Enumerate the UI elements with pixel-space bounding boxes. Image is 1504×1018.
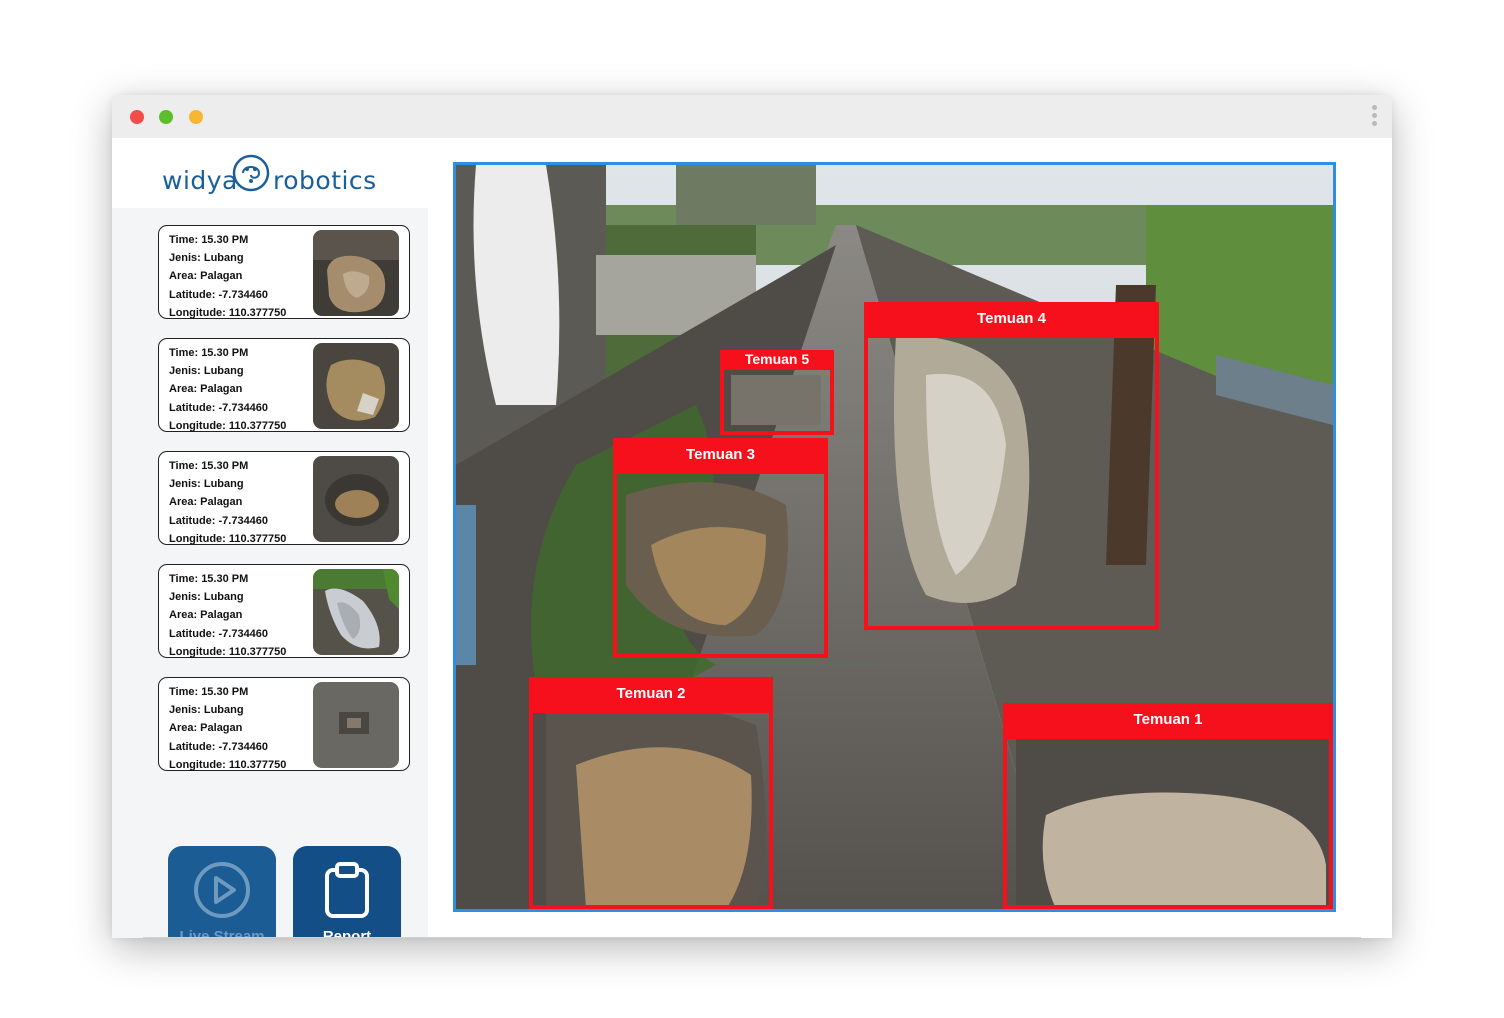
detection-label: Temuan 1	[1003, 703, 1333, 739]
play-circle-icon	[194, 862, 250, 918]
more-options-icon[interactable]	[1370, 105, 1378, 129]
detection-label: Temuan 3	[613, 438, 828, 474]
finding-longitude: Longitude: 110.377750	[169, 306, 287, 319]
detection-box-temuan-2[interactable]: Temuan 2	[529, 677, 773, 909]
finding-type: Jenis: Lubang	[169, 252, 244, 265]
finding-type: Jenis: Lubang	[169, 478, 244, 491]
logo-text-robotics: robotics	[273, 166, 377, 195]
finding-time: Time: 15.30 PM	[169, 460, 249, 472]
detection-box-temuan-4[interactable]: Temuan 4	[864, 302, 1159, 630]
finding-area: Area: Palagan	[169, 722, 243, 735]
findings-sidebar: widya robotics Time: 15.30 PM Jenis: Lub…	[112, 138, 428, 938]
finding-time: Time: 15.30 PM	[169, 573, 249, 585]
pothole-thumbnail[interactable]	[313, 682, 399, 768]
finding-time: Time: 15.30 PM	[169, 686, 249, 698]
pothole-thumbnail[interactable]	[313, 230, 399, 316]
finding-area: Area: Palagan	[169, 383, 243, 396]
detection-label: Temuan 5	[720, 350, 834, 370]
maximize-window-button[interactable]	[189, 110, 203, 124]
finding-details: Time: 15.30 PM Jenis: Lubang Area: Palag…	[169, 457, 286, 548]
finding-time: Time: 15.30 PM	[169, 347, 249, 359]
detection-label: Temuan 2	[529, 677, 773, 713]
finding-type: Jenis: Lubang	[169, 365, 244, 378]
widya-robotics-logo: widya robotics	[162, 146, 412, 202]
finding-details: Time: 15.30 PM Jenis: Lubang Area: Palag…	[169, 683, 286, 774]
pothole-thumbnail[interactable]	[313, 343, 399, 429]
finding-type: Jenis: Lubang	[169, 591, 244, 604]
finding-card[interactable]: Time: 15.30 PM Jenis: Lubang Area: Palag…	[158, 564, 410, 658]
finding-card[interactable]: Time: 15.30 PM Jenis: Lubang Area: Palag…	[158, 677, 410, 771]
finding-card[interactable]: Time: 15.30 PM Jenis: Lubang Area: Palag…	[158, 338, 410, 432]
close-window-button[interactable]	[130, 110, 144, 124]
window-titlebar	[112, 95, 1392, 138]
window-bottom-divider	[143, 937, 1361, 938]
finding-area: Area: Palagan	[169, 496, 243, 509]
finding-type: Jenis: Lubang	[169, 704, 244, 717]
detection-box-temuan-5[interactable]: Temuan 5	[720, 350, 834, 435]
finding-details: Time: 15.30 PM Jenis: Lubang Area: Palag…	[169, 570, 286, 661]
finding-latitude: Latitude: -7.734460	[169, 627, 269, 640]
finding-latitude: Latitude: -7.734460	[169, 514, 269, 527]
brain-logo-icon	[232, 154, 270, 192]
road-inspection-view[interactable]: Temuan 1 Temuan 2 Temuan 3 Temuan 4 Temu…	[453, 162, 1336, 912]
clipboard-icon	[325, 862, 369, 918]
finding-details: Time: 15.30 PM Jenis: Lubang Area: Palag…	[169, 344, 286, 435]
logo-area: widya robotics	[112, 138, 428, 208]
finding-latitude: Latitude: -7.734460	[169, 740, 269, 753]
finding-time: Time: 15.30 PM	[169, 234, 249, 246]
finding-card[interactable]: Time: 15.30 PM Jenis: Lubang Area: Palag…	[158, 451, 410, 545]
finding-latitude: Latitude: -7.734460	[169, 401, 269, 414]
detection-label: Temuan 4	[864, 302, 1159, 338]
logo-text-widya: widya	[162, 166, 238, 195]
app-window: widya robotics Time: 15.30 PM Jenis: Lub…	[112, 95, 1392, 938]
finding-longitude: Longitude: 110.377750	[169, 758, 287, 771]
finding-latitude: Latitude: -7.734460	[169, 288, 269, 301]
detection-box-temuan-3[interactable]: Temuan 3	[613, 438, 828, 658]
pothole-thumbnail[interactable]	[313, 569, 399, 655]
finding-details: Time: 15.30 PM Jenis: Lubang Area: Palag…	[169, 231, 286, 322]
finding-longitude: Longitude: 110.377750	[169, 532, 287, 545]
finding-longitude: Longitude: 110.377750	[169, 419, 287, 432]
report-button[interactable]: Report	[293, 846, 401, 938]
pothole-thumbnail[interactable]	[313, 456, 399, 542]
finding-longitude: Longitude: 110.377750	[169, 645, 287, 658]
finding-area: Area: Palagan	[169, 270, 243, 283]
finding-area: Area: Palagan	[169, 609, 243, 622]
live-stream-button[interactable]: Live Stream	[168, 846, 276, 938]
detection-box-temuan-1[interactable]: Temuan 1	[1003, 703, 1333, 909]
finding-card[interactable]: Time: 15.30 PM Jenis: Lubang Area: Palag…	[158, 225, 410, 319]
minimize-window-button[interactable]	[159, 110, 173, 124]
